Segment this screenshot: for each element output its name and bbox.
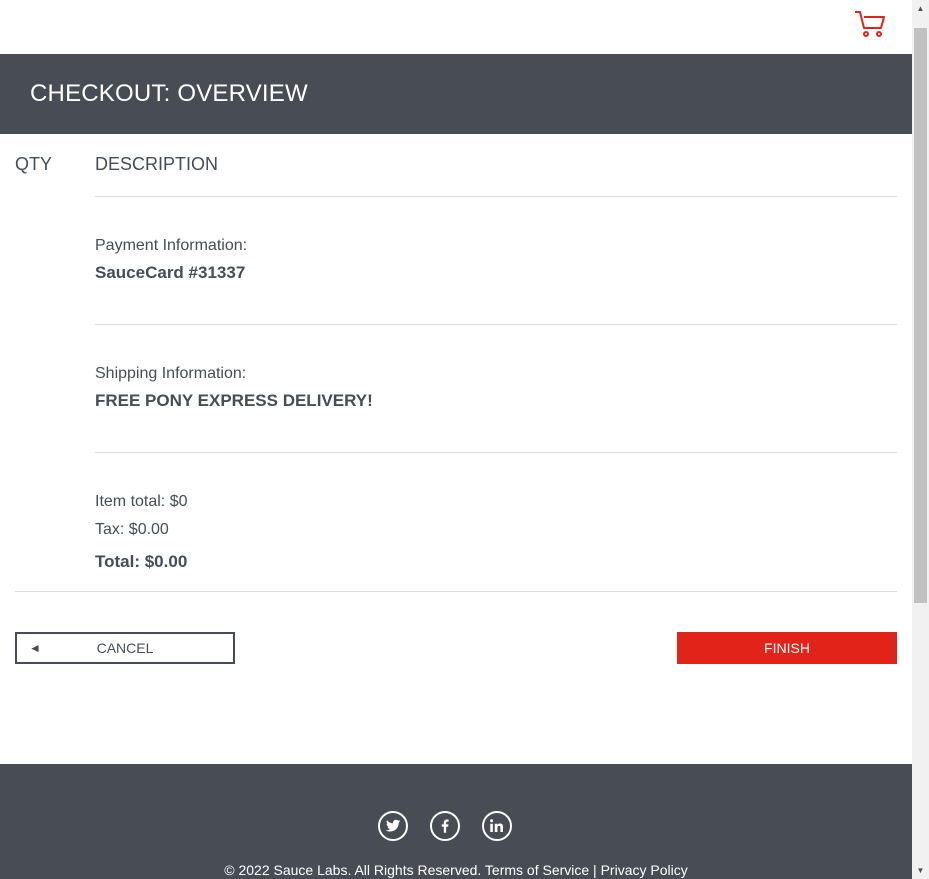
divider [15,591,897,592]
finish-button[interactable]: FINISH [677,632,897,664]
scroll-thumb[interactable] [914,28,927,603]
page-title: CHECKOUT: OVERVIEW [30,80,308,107]
cancel-button[interactable]: ◄ CANCEL [15,632,235,664]
page-header: CHECKOUT: OVERVIEW [0,54,912,134]
description-column-header: DESCRIPTION [95,154,219,174]
qty-column-header: QTY [15,154,53,174]
facebook-icon[interactable] [430,811,460,841]
scroll-down-arrow-icon[interactable]: ▼ [912,862,929,879]
twitter-icon[interactable] [378,811,408,841]
divider [95,452,897,453]
back-arrow-icon: ◄ [29,641,41,655]
shopping-cart-icon[interactable] [854,10,886,38]
scroll-up-arrow-icon[interactable]: ▲ [912,0,929,17]
payment-info-value: SauceCard #31337 [95,263,246,282]
footer: © 2022 Sauce Labs. All Rights Reserved. … [0,764,912,879]
footer-copyright: © 2022 Sauce Labs. All Rights Reserved. … [224,862,688,878]
order-total: Total: $0.00 [95,552,188,571]
shipping-info-label: Shipping Information: [95,365,247,382]
shipping-info-value: FREE PONY EXPRESS DELIVERY! [95,391,373,410]
finish-button-label: FINISH [764,640,810,656]
item-total: Item total: $0 [95,493,188,510]
linkedin-icon[interactable] [482,811,512,841]
payment-info-label: Payment Information: [95,237,248,254]
top-bar [0,0,912,54]
cancel-button-label: CANCEL [96,640,154,656]
column-headers: QTY DESCRIPTION [0,134,912,196]
checkout-overview-page: CHECKOUT: OVERVIEW QTY DESCRIPTION Payme… [0,0,912,879]
divider [95,324,897,325]
tax-total: Tax: $0.00 [95,521,169,538]
vertical-scrollbar[interactable]: ▲ ▼ [912,0,929,879]
divider [95,196,897,197]
